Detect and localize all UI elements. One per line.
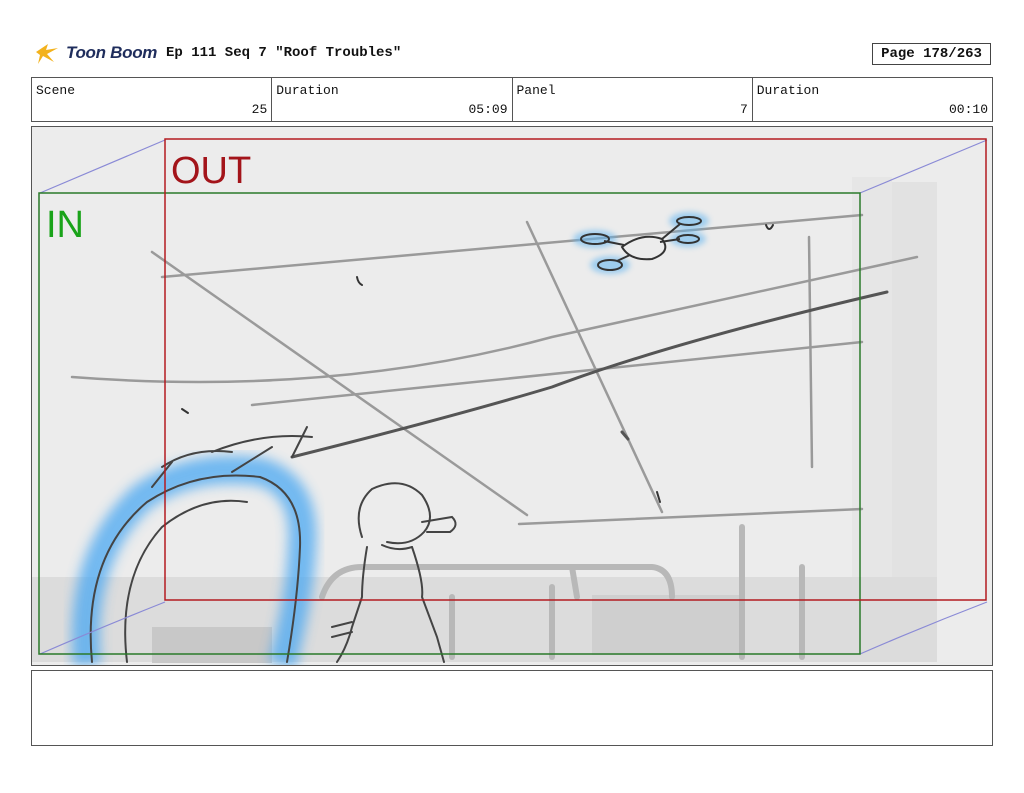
out-frame-label: OUT (171, 150, 252, 192)
scene-duration-cell: Duration 05:09 (272, 78, 513, 121)
panel-duration-value: 00:10 (948, 102, 988, 117)
storyboard-panel[interactable] (31, 126, 993, 666)
scene-label: Scene (36, 83, 76, 98)
panel-duration-label: Duration (756, 83, 820, 98)
panel-value: 7 (739, 102, 748, 117)
page-counter: Page 178/263 (872, 43, 991, 65)
logo-text: Toon Boom (66, 43, 158, 62)
in-frame-label: IN (46, 204, 84, 246)
panel-label: Panel (516, 83, 556, 98)
scene-value: 25 (251, 102, 268, 117)
panel-notes-box[interactable] (31, 670, 993, 746)
scene-duration-value: 05:09 (468, 102, 508, 117)
episode-title: Ep 111 Seq 7 "Roof Troubles" (166, 45, 402, 61)
panel-cell: Panel 7 (513, 78, 753, 121)
info-table: Scene 25 Duration 05:09 Panel 7 Duration… (31, 77, 993, 122)
scene-duration-label: Duration (276, 83, 339, 98)
panel-sketch (32, 127, 992, 665)
panel-duration-cell: Duration 00:10 (753, 78, 992, 121)
scene-cell: Scene 25 (32, 78, 273, 121)
